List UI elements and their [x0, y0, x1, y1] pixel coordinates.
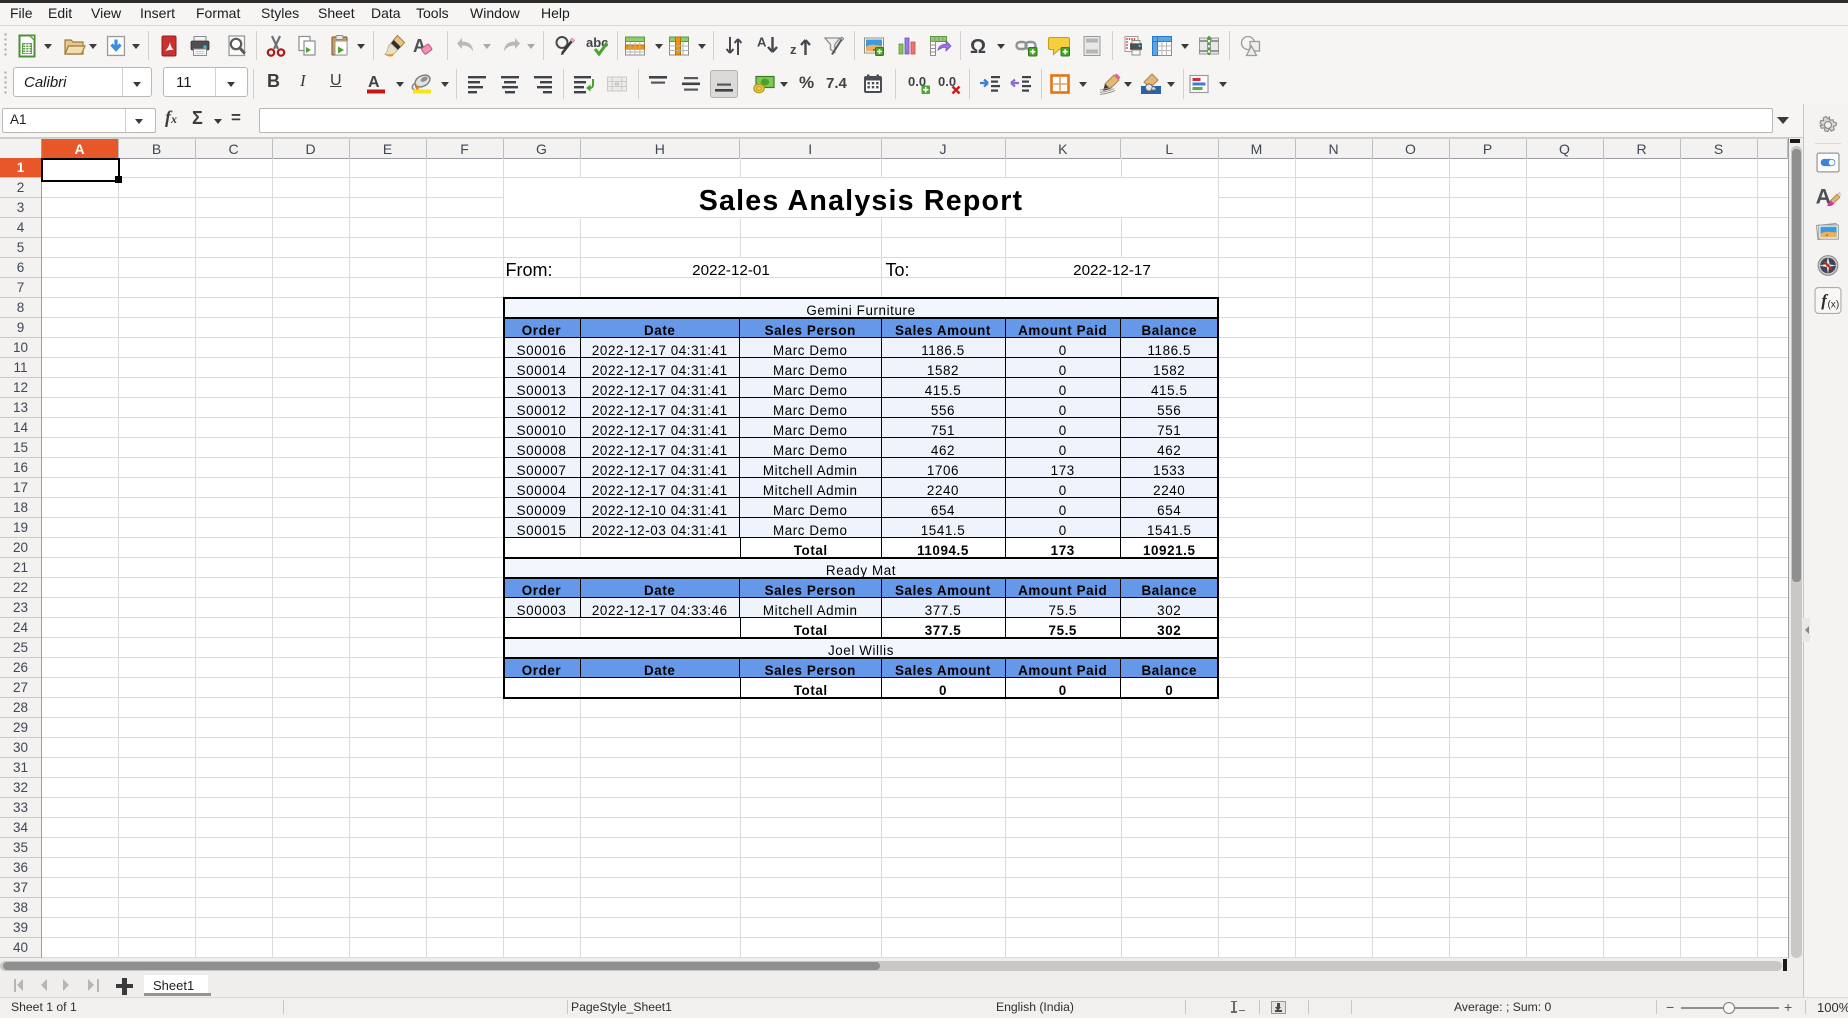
svg-text:(x): (x)	[1827, 299, 1839, 310]
svg-text:A: A	[757, 34, 767, 49]
svg-text:z: z	[790, 42, 797, 57]
svg-text:Ω: Ω	[970, 36, 986, 58]
svg-text:A: A	[368, 74, 380, 91]
